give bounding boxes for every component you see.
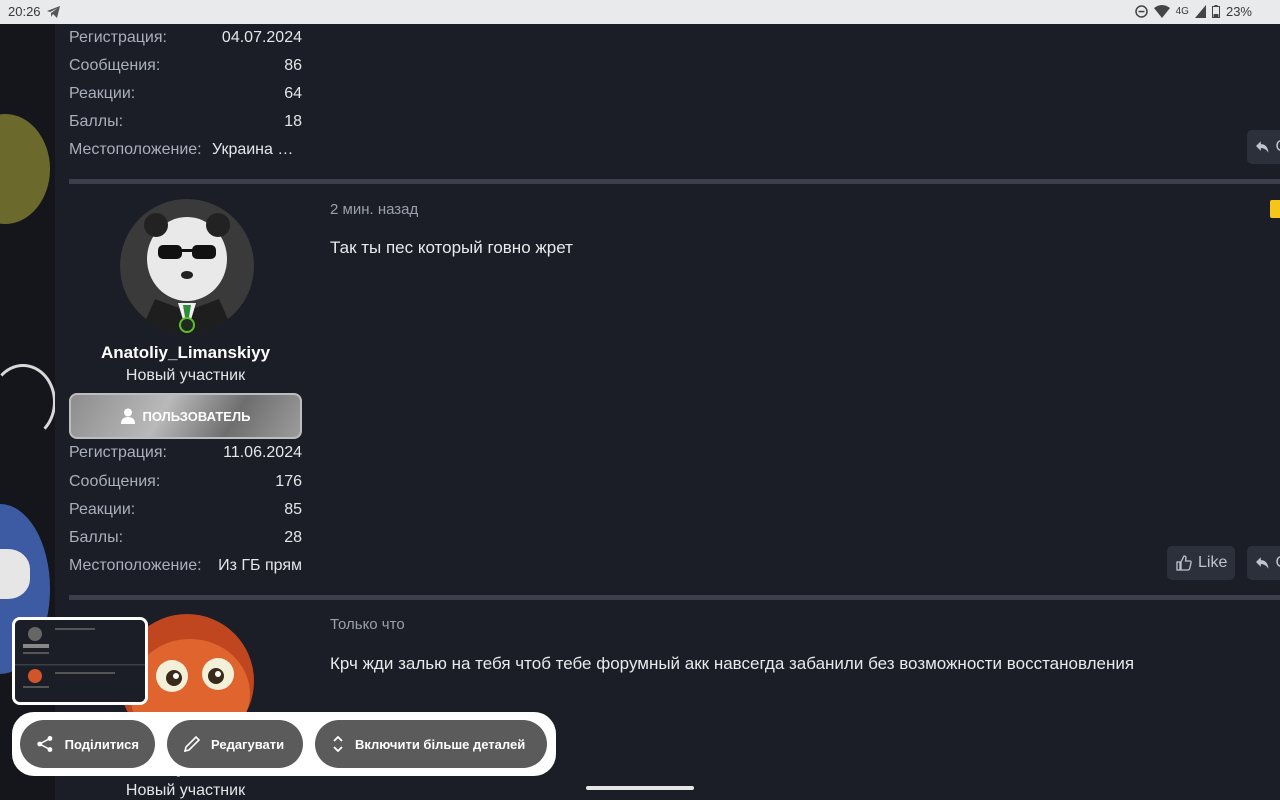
screenshot-thumbnail[interactable] [12, 617, 148, 705]
stat-points: Баллы: 28 [69, 529, 302, 546]
user-title: Новый участник [125, 782, 246, 799]
post-time[interactable]: Только что [330, 616, 405, 633]
battery-icon [1211, 5, 1220, 18]
battery-level: 23% [1225, 4, 1252, 19]
reply-button[interactable]: C [1247, 130, 1280, 164]
stat-reactions: Реакции: 85 [69, 501, 302, 518]
status-bar: 20:26 4G 23% [0, 0, 1280, 24]
reply-icon [1256, 557, 1269, 569]
stat-reactions: Реакции: 64 [69, 85, 302, 102]
thread-content[interactable]: Регистрация: 04.07.2024 Сообщения: 86 Ре… [55, 24, 1280, 800]
stat-messages: Сообщения: 176 [69, 473, 302, 490]
post-time[interactable]: 2 мин. назад [330, 201, 418, 218]
background-decoration [0, 114, 50, 224]
stat-points: Баллы: 18 [69, 113, 302, 130]
panda-avatar-image [120, 199, 254, 333]
user-role-badge: ПОЛЬЗОВАТЕЛЬ [69, 393, 302, 439]
network-type: 4G [1175, 6, 1189, 17]
stat-messages: Сообщения: 86 [69, 57, 302, 74]
screenshot-actions-bar: Поділитися Редагувати Включити більше де… [12, 712, 556, 776]
like-button[interactable]: Like [1167, 546, 1235, 580]
post-message: Крч жди залью на тебя чтоб тебе форумный… [330, 654, 1135, 673]
stat-registration: Регистрация: 04.07.2024 [69, 29, 302, 46]
new-post-badge [1270, 200, 1280, 218]
screenshot-preview-image [15, 620, 145, 702]
include-more-details-button[interactable]: Включити більше деталей [315, 720, 547, 768]
share-button[interactable]: Поділитися [20, 720, 155, 768]
post-divider [69, 595, 1280, 600]
reply-button[interactable]: C [1247, 546, 1280, 580]
avatar[interactable] [120, 199, 254, 333]
stat-registration: Регистрация: 11.06.2024 [69, 444, 302, 461]
user-icon [120, 408, 135, 424]
background-decoration [0, 364, 55, 440]
user-title: Новый участник [125, 367, 246, 384]
edit-button[interactable]: Редагувати [167, 720, 303, 768]
online-status-icon [179, 317, 195, 333]
wifi-icon [1153, 5, 1170, 18]
reply-icon [1256, 141, 1269, 153]
home-gesture-bar[interactable] [586, 786, 694, 790]
post-message: Так ты пес который говно жрет [330, 238, 573, 257]
share-icon [37, 736, 53, 752]
signal-icon [1194, 5, 1206, 18]
stat-location: Местоположение: Из ГБ прям [69, 557, 302, 574]
username[interactable]: Anatoliy_Limanskiyy [69, 343, 302, 363]
post-divider [69, 179, 1280, 184]
telegram-icon [46, 5, 60, 18]
pencil-icon [183, 735, 201, 753]
dnd-icon [1134, 5, 1148, 18]
thumbs-up-icon [1176, 555, 1192, 571]
expand-vertical-icon [333, 735, 343, 753]
status-time: 20:26 [8, 4, 41, 19]
stat-location: Местоположение: Украина Лик [69, 141, 302, 158]
